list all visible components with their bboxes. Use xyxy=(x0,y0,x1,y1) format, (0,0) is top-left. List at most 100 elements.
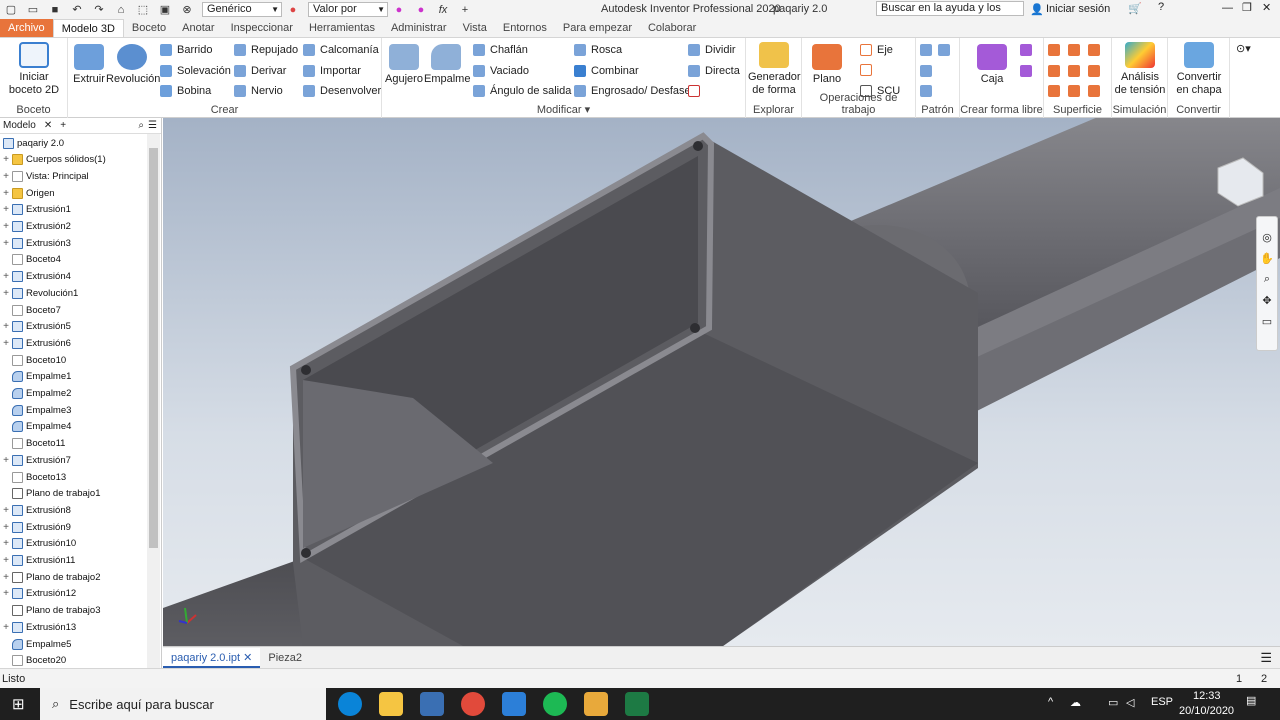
expand-icon[interactable]: + xyxy=(0,455,12,466)
fillet-button[interactable]: Empalme xyxy=(424,44,470,86)
trim-button[interactable] xyxy=(1048,65,1065,77)
tree-node[interactable]: Empalme5 xyxy=(0,636,71,652)
delete-face-button[interactable] xyxy=(688,85,705,97)
patch-button[interactable] xyxy=(1088,44,1105,56)
open-icon[interactable]: ▭ xyxy=(26,4,40,16)
expand-icon[interactable]: + xyxy=(0,622,12,633)
mirror-button[interactable] xyxy=(938,44,955,56)
group-label-modificar[interactable]: Modificar ▾ xyxy=(382,103,745,116)
thicken-button[interactable]: Engrosado/ Desfase xyxy=(574,85,691,97)
tree-node[interactable]: Boceto20 xyxy=(0,653,66,669)
language-indicator[interactable]: ESP xyxy=(1151,696,1173,708)
tree-node[interactable]: Empalme4 xyxy=(0,419,71,435)
home-icon[interactable]: ⌂ xyxy=(114,4,128,16)
plane-button[interactable]: Plano xyxy=(810,44,844,86)
tree-node[interactable]: Boceto10 xyxy=(0,352,66,368)
steering-wheel-icon[interactable]: ◎ xyxy=(1257,231,1277,244)
combine-button[interactable]: Combinar xyxy=(574,65,639,77)
ribbon-options-button[interactable]: ⊙▾ xyxy=(1236,42,1251,55)
tree-node[interactable]: paqariy 2.0 xyxy=(0,135,64,151)
loft-button[interactable]: Solevación xyxy=(160,65,231,77)
tab-colaborar[interactable]: Colaborar xyxy=(640,19,704,37)
revolve-button[interactable]: Revolución xyxy=(106,44,160,86)
stress-analysis-button[interactable]: Análisis de tensión xyxy=(1114,42,1166,97)
sculpt-button[interactable] xyxy=(1068,44,1085,56)
extend-button[interactable] xyxy=(1068,65,1085,77)
tree-node[interactable]: Boceto13 xyxy=(0,469,66,485)
tree-node[interactable]: + Extrusión9 xyxy=(0,519,71,535)
expand-icon[interactable]: + xyxy=(0,171,12,182)
expand-icon[interactable]: + xyxy=(0,204,12,215)
volume-icon[interactable]: ◁ xyxy=(1126,696,1134,709)
network-icon[interactable]: ☁ xyxy=(1070,696,1081,709)
emboss-button[interactable]: Repujado xyxy=(234,44,298,56)
cart-icon[interactable]: 🛒 xyxy=(1128,2,1142,15)
close-doc-icon[interactable]: ✕ xyxy=(243,652,252,664)
circ-pattern-button[interactable] xyxy=(920,65,937,77)
pan-icon[interactable]: ✋ xyxy=(1257,252,1277,265)
expand-icon[interactable]: + xyxy=(0,288,12,299)
tree-node[interactable]: Empalme3 xyxy=(0,402,71,418)
user-icon[interactable]: 👤 xyxy=(1030,3,1044,16)
excel-icon[interactable] xyxy=(625,692,649,716)
expand-icon[interactable]: + xyxy=(0,188,12,199)
repair-button[interactable] xyxy=(1048,85,1065,97)
sketch-pattern-button[interactable] xyxy=(920,85,937,97)
tab-entornos[interactable]: Entornos xyxy=(495,19,555,37)
convert-sheet-button[interactable]: Convertir en chapa xyxy=(1170,42,1228,97)
tab-administrar[interactable]: Administrar xyxy=(383,19,455,37)
edge-icon[interactable] xyxy=(338,692,362,716)
battery-icon[interactable]: ▭ xyxy=(1108,696,1118,709)
tree-node[interactable]: + Extrusión5 xyxy=(0,319,71,335)
axis-button[interactable]: Eje xyxy=(860,44,893,56)
tree-node[interactable]: + Cuerpos sólidos(1) xyxy=(0,152,106,168)
tree-node[interactable]: + Extrusión6 xyxy=(0,335,71,351)
appearance-dropdown[interactable]: Valor por defecto▼ xyxy=(308,2,388,17)
tree-node[interactable]: + Extrusión4 xyxy=(0,269,71,285)
inventor-icon[interactable] xyxy=(584,692,608,716)
tree-node[interactable]: + Extrusión13 xyxy=(0,619,76,635)
appearance-icon[interactable]: ● xyxy=(286,4,300,16)
derive-button[interactable]: Derivar xyxy=(234,65,286,77)
thread-button[interactable]: Rosca xyxy=(574,44,622,56)
draft-button[interactable]: Ángulo de salida xyxy=(473,85,571,97)
browser-tab-modelo[interactable]: Modelo xyxy=(3,120,36,131)
tree-node[interactable]: + Extrusión7 xyxy=(0,452,71,468)
menu-icon[interactable]: ☰ xyxy=(148,120,157,131)
tab-anotar[interactable]: Anotar xyxy=(174,19,222,37)
mail-icon[interactable] xyxy=(502,692,526,716)
fx-icon[interactable]: fx xyxy=(436,4,450,16)
tree-node[interactable]: Boceto11 xyxy=(0,436,65,452)
taskbar-search[interactable]: ⌕ Escribe aquí para buscar xyxy=(40,688,326,720)
expand-icon[interactable]: + xyxy=(0,555,12,566)
tree-node[interactable]: + Extrusión12 xyxy=(0,586,76,602)
help-search-input[interactable]: Buscar en la ayuda y los comandos xyxy=(876,1,1024,16)
expand-icon[interactable]: + xyxy=(0,588,12,599)
minimize-icon[interactable]: — xyxy=(1222,2,1233,14)
stitch-button[interactable] xyxy=(1048,44,1065,56)
extrude-button[interactable]: Extruir xyxy=(72,44,106,86)
rect-pattern-button[interactable] xyxy=(920,44,937,56)
freeform-face-button[interactable] xyxy=(1020,44,1037,56)
clock-date[interactable]: 20/10/2020 xyxy=(1179,705,1234,717)
ruled-button[interactable] xyxy=(1088,85,1105,97)
tree-node[interactable]: Boceto7 xyxy=(0,302,61,318)
doc-tab-pieza2[interactable]: Pieza2 xyxy=(260,648,310,668)
direct-button[interactable]: Directa xyxy=(688,65,740,77)
fit-mesh-button[interactable] xyxy=(1068,85,1085,97)
zoom-icon[interactable]: ⌕ xyxy=(1257,273,1277,286)
doc-menu-icon[interactable]: ☰ xyxy=(1260,650,1272,666)
rib-button[interactable]: Nervio xyxy=(234,85,283,97)
help-icon[interactable]: ? xyxy=(1158,1,1164,13)
tree-node[interactable]: + Extrusión3 xyxy=(0,235,71,251)
search-icon[interactable]: ⌕ xyxy=(138,120,144,131)
save-icon[interactable]: ■ xyxy=(48,4,62,16)
unwrap-button[interactable]: Desenvolver xyxy=(303,85,381,97)
tab-herramientas[interactable]: Herramientas xyxy=(301,19,383,37)
tab-modelo-3d[interactable]: Modelo 3D xyxy=(52,19,124,37)
chrome-icon[interactable] xyxy=(461,692,485,716)
split-button[interactable]: Dividir xyxy=(688,44,736,56)
material-dropdown[interactable]: Genérico ▼ xyxy=(202,2,282,17)
tree-node[interactable]: + Extrusión8 xyxy=(0,502,71,518)
tab-vista[interactable]: Vista xyxy=(455,19,495,37)
